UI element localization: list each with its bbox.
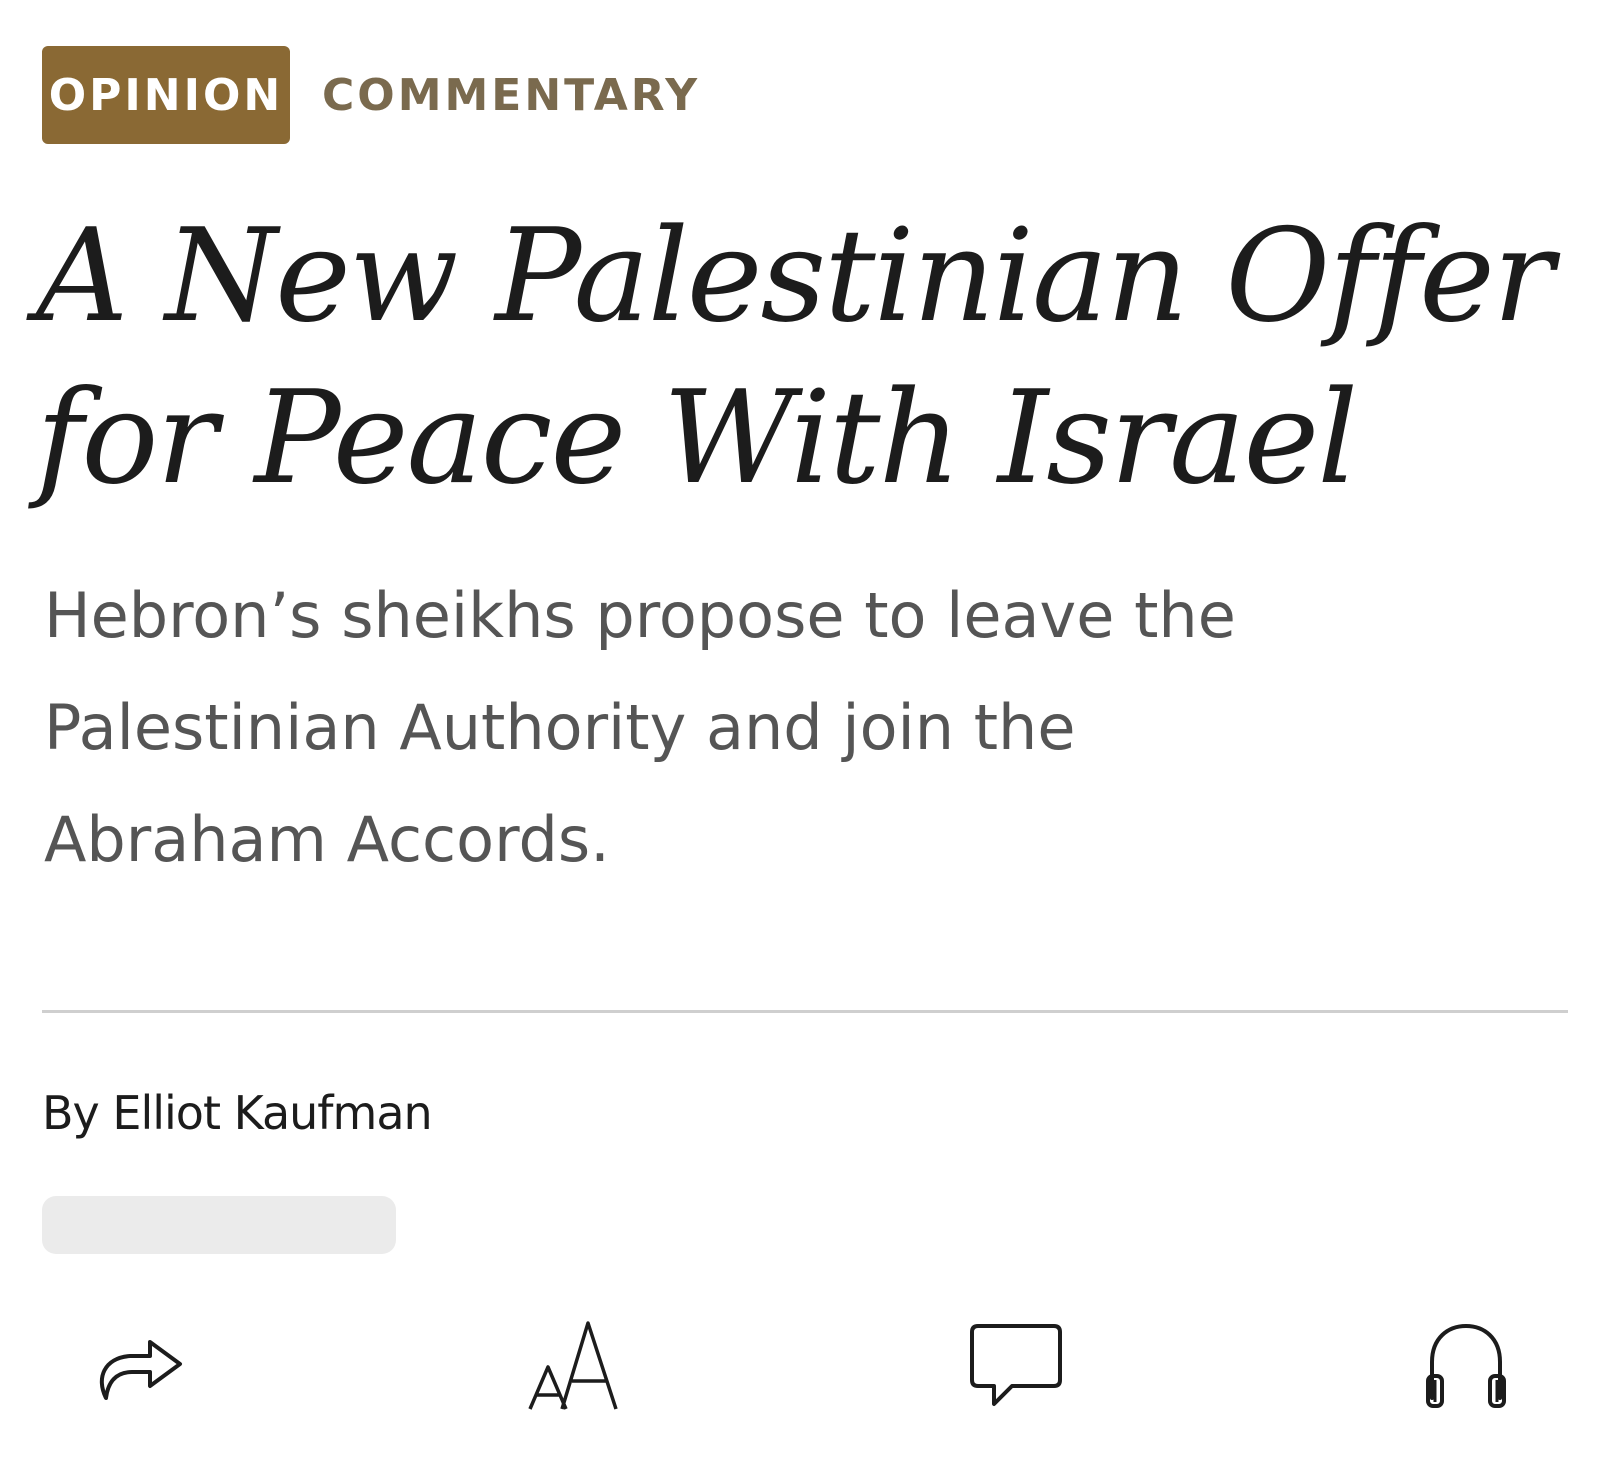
headline-line-1: A New Palestinian Offer xyxy=(36,202,1554,351)
comment-button[interactable] xyxy=(956,1310,1076,1420)
loading-placeholder xyxy=(42,1196,396,1254)
share-icon xyxy=(92,1320,188,1410)
article-dek: Hebron’s sheikhs propose to leave the Pa… xyxy=(44,560,1524,896)
article-headline: A New Palestinian Offer for Peace With I… xyxy=(36,196,1566,520)
headphones-icon xyxy=(1418,1318,1514,1412)
article-label-row: OPINION COMMENTARY xyxy=(42,46,700,144)
dek-line-3: Abraham Accords. xyxy=(44,803,610,876)
dek-line-1: Hebron’s sheikhs propose to leave the xyxy=(44,579,1236,652)
text-size-button[interactable] xyxy=(516,1310,636,1420)
comment-icon xyxy=(968,1320,1064,1410)
commentary-label[interactable]: COMMENTARY xyxy=(322,70,700,121)
listen-button[interactable] xyxy=(1406,1310,1526,1420)
headline-line-2: for Peace With Israel xyxy=(36,364,1358,513)
article-toolbar xyxy=(0,1310,1600,1430)
header-divider xyxy=(42,1010,1568,1013)
share-button[interactable] xyxy=(80,1310,200,1420)
text-size-icon xyxy=(524,1317,628,1413)
opinion-badge[interactable]: OPINION xyxy=(42,46,290,144)
dek-line-2: Palestinian Authority and join the xyxy=(44,691,1076,764)
author-byline[interactable]: By Elliot Kaufman xyxy=(42,1086,433,1140)
